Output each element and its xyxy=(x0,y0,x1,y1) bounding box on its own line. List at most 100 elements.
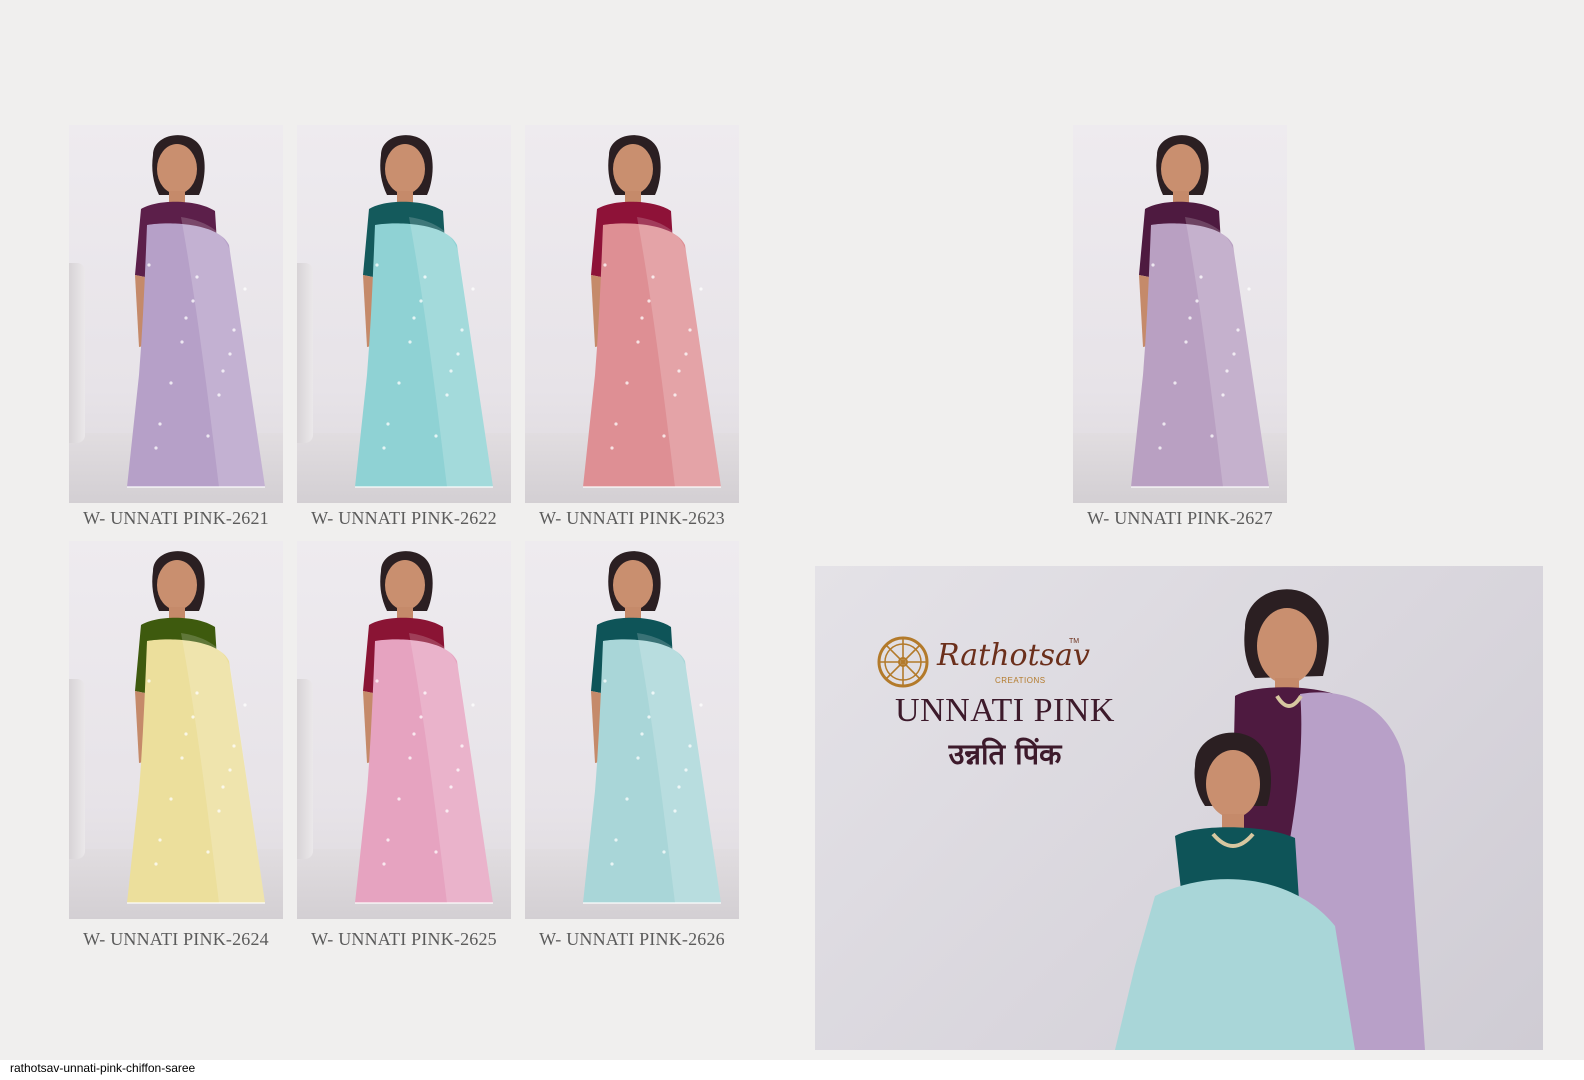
product-code-2625: W- UNNATI PINK-2625 xyxy=(311,929,497,949)
sequin xyxy=(217,393,221,397)
sequin xyxy=(228,352,232,356)
model-figure xyxy=(583,135,721,488)
sequin xyxy=(434,434,438,438)
sequin xyxy=(1184,340,1188,344)
sequin xyxy=(662,434,666,438)
sequin xyxy=(445,393,449,397)
chariot-wheel-icon xyxy=(877,636,929,688)
brand-name: Rathotsav xyxy=(937,638,1090,673)
sequin xyxy=(449,785,453,789)
sequin xyxy=(673,393,677,397)
sequin xyxy=(1232,352,1236,356)
sequin xyxy=(1158,446,1162,450)
sequin xyxy=(169,381,173,385)
sequin xyxy=(1199,275,1203,279)
sequin xyxy=(419,715,423,719)
sequin xyxy=(625,797,629,801)
sequin xyxy=(386,422,390,426)
sequin xyxy=(423,691,427,695)
model-figure xyxy=(127,135,265,488)
sequin xyxy=(699,703,703,707)
sequin xyxy=(456,352,460,356)
product-photo-2626[interactable] xyxy=(525,541,739,919)
sequin xyxy=(603,263,607,267)
sequin xyxy=(614,422,618,426)
product-code-2622: W- UNNATI PINK-2622 xyxy=(311,508,497,528)
model-face xyxy=(1161,144,1201,194)
sequin xyxy=(449,369,453,373)
sequin xyxy=(206,434,210,438)
sequin xyxy=(184,732,188,736)
sequin xyxy=(610,862,614,866)
sequin xyxy=(1236,328,1240,332)
sequin xyxy=(382,446,386,450)
sequin xyxy=(386,838,390,842)
sequin xyxy=(677,785,681,789)
sequin xyxy=(412,316,416,320)
model-face xyxy=(385,144,425,194)
product-code-2627: W- UNNATI PINK-2627 xyxy=(1087,508,1273,528)
sequin xyxy=(206,850,210,854)
sequin xyxy=(636,340,640,344)
sequin xyxy=(1247,287,1251,291)
sequin xyxy=(434,850,438,854)
sequin xyxy=(1195,299,1199,303)
product-code-2626: W- UNNATI PINK-2626 xyxy=(539,929,725,949)
sequin xyxy=(662,850,666,854)
product-photo-2627[interactable] xyxy=(1073,125,1287,503)
sequin xyxy=(195,691,199,695)
sequin xyxy=(232,328,236,332)
sequin xyxy=(397,381,401,385)
product-photo-2623[interactable] xyxy=(525,125,739,503)
model-face xyxy=(157,560,197,610)
brand-logo: Rathotsav TM CREATIONS xyxy=(875,634,1095,696)
sequin xyxy=(636,756,640,760)
sequin xyxy=(154,446,158,450)
model-figure xyxy=(355,135,493,488)
sequin xyxy=(1210,434,1214,438)
sequin xyxy=(445,809,449,813)
sequin xyxy=(382,862,386,866)
product-photo-2625[interactable] xyxy=(297,541,511,919)
sequin xyxy=(647,299,651,303)
sequin xyxy=(375,263,379,267)
brand-subtitle: CREATIONS xyxy=(995,676,1046,685)
sequin xyxy=(217,809,221,813)
sequin xyxy=(1173,381,1177,385)
sequin xyxy=(699,287,703,291)
sequin xyxy=(243,703,247,707)
sequin xyxy=(180,340,184,344)
sequin xyxy=(221,785,225,789)
brand-banner[interactable]: Rathotsav TM CREATIONS UNNATI PINK उन्नत… xyxy=(815,566,1543,1050)
sequin xyxy=(191,299,195,303)
sequin xyxy=(614,838,618,842)
sequin xyxy=(232,744,236,748)
model-figure xyxy=(583,551,721,904)
sequin xyxy=(651,691,655,695)
product-photo-2621[interactable] xyxy=(69,125,283,503)
sequin xyxy=(243,287,247,291)
sequin xyxy=(625,381,629,385)
sequin xyxy=(228,768,232,772)
product-photo-2624[interactable] xyxy=(69,541,283,919)
model-face xyxy=(385,560,425,610)
sequin xyxy=(423,275,427,279)
sequin xyxy=(397,797,401,801)
product-photo-2622[interactable] xyxy=(297,125,511,503)
sequin xyxy=(471,287,475,291)
sequin xyxy=(1162,422,1166,426)
sequin xyxy=(154,862,158,866)
sequin xyxy=(684,352,688,356)
sequin xyxy=(191,715,195,719)
sequin xyxy=(412,732,416,736)
sequin xyxy=(184,316,188,320)
sequin xyxy=(169,797,173,801)
sequin xyxy=(1221,393,1225,397)
sequin xyxy=(419,299,423,303)
sequin xyxy=(147,263,151,267)
sequin xyxy=(1188,316,1192,320)
sequin xyxy=(1151,263,1155,267)
sequin xyxy=(158,422,162,426)
sequin xyxy=(180,756,184,760)
model-face xyxy=(157,144,197,194)
